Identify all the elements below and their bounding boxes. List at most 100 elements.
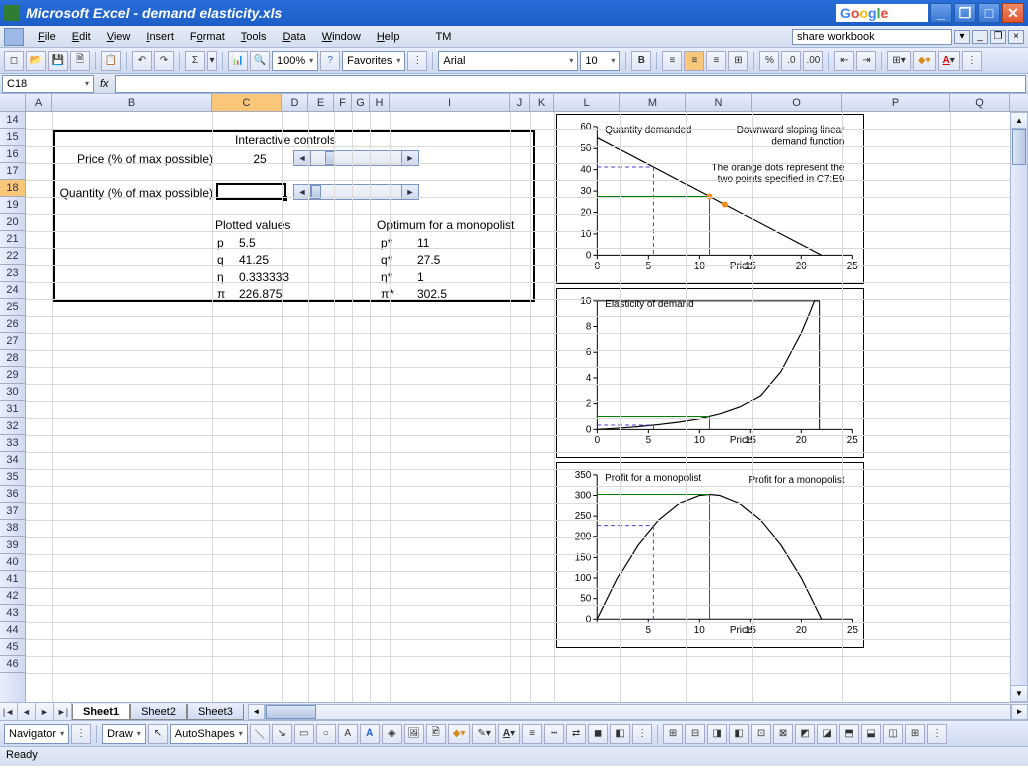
row-header-42[interactable]: 42	[0, 588, 25, 605]
increase-indent-button[interactable]: ⇥	[856, 51, 876, 71]
minimize-button[interactable]: _	[930, 3, 952, 23]
save-button[interactable]: 💾	[48, 51, 68, 71]
row-header-43[interactable]: 43	[0, 605, 25, 622]
fx-icon[interactable]: fx	[100, 78, 109, 90]
tab-next-button[interactable]: ►	[36, 703, 54, 720]
formula-input[interactable]	[115, 75, 1026, 93]
col-header-A[interactable]: A	[26, 94, 52, 111]
3d-button[interactable]: ◧	[610, 724, 630, 744]
extra-7[interactable]: ◩	[795, 724, 815, 744]
row-header-22[interactable]: 22	[0, 248, 25, 265]
textbox-tool[interactable]: A	[338, 724, 358, 744]
line-color-draw[interactable]: ✎▾	[472, 724, 495, 744]
row-header-32[interactable]: 32	[0, 418, 25, 435]
menu-window[interactable]: Window	[314, 28, 369, 46]
close-button[interactable]: ✕	[1002, 3, 1024, 23]
extra-4[interactable]: ◧	[729, 724, 749, 744]
row-header-45[interactable]: 45	[0, 639, 25, 656]
toolbar-options-2[interactable]: ⋮	[962, 51, 982, 71]
row-header-36[interactable]: 36	[0, 486, 25, 503]
ask-dropdown[interactable]: ▾	[954, 30, 970, 44]
borders-button[interactable]: ⊞▾	[887, 51, 910, 71]
extra-3[interactable]: ◨	[707, 724, 727, 744]
doc-minimize-button[interactable]: _	[972, 30, 988, 44]
col-header-F[interactable]: F	[334, 94, 352, 111]
menu-help[interactable]: Help	[369, 28, 408, 46]
autosum-button[interactable]: Σ	[185, 51, 205, 71]
decrease-decimal-button[interactable]: .00	[803, 51, 823, 71]
tab-prev-button[interactable]: ◄	[18, 703, 36, 720]
menu-data[interactable]: Data	[274, 28, 313, 46]
row-header-19[interactable]: 19	[0, 197, 25, 214]
vertical-scrollbar[interactable]: ▲ ▼	[1010, 112, 1028, 702]
favorites-dropdown[interactable]: Favorites▾	[342, 51, 405, 71]
ask-a-question-box[interactable]	[792, 29, 952, 45]
name-box[interactable]: C18▾	[2, 75, 94, 93]
menu-tools[interactable]: Tools	[233, 28, 275, 46]
vscroll-thumb[interactable]	[1012, 129, 1026, 165]
scroll-up-button[interactable]: ▲	[1010, 112, 1028, 129]
undo-button[interactable]: ↶	[132, 51, 152, 71]
control-menu-icon[interactable]	[4, 28, 24, 46]
menu-file[interactable]: File	[30, 28, 64, 46]
col-header-Q[interactable]: Q	[950, 94, 1010, 111]
chart-profit[interactable]: 510152025050100150200250300350Profit for…	[556, 462, 864, 648]
dash-style-button[interactable]: ┅	[544, 724, 564, 744]
picture-tool[interactable]: 🖻	[426, 724, 446, 744]
sheet-tab-sheet1[interactable]: Sheet1	[72, 704, 130, 720]
row-header-38[interactable]: 38	[0, 520, 25, 537]
line-style-button[interactable]: ≡	[522, 724, 542, 744]
decrease-indent-button[interactable]: ⇤	[834, 51, 854, 71]
hscroll-right-button[interactable]: ►	[1011, 704, 1028, 720]
row-header-23[interactable]: 23	[0, 265, 25, 282]
redo-button[interactable]: ↷	[154, 51, 174, 71]
row-header-40[interactable]: 40	[0, 554, 25, 571]
arrow-tool[interactable]: ↘	[272, 724, 292, 744]
oval-tool[interactable]: ○	[316, 724, 336, 744]
horizontal-scrollbar[interactable]	[265, 704, 1011, 720]
line-tool[interactable]: ＼	[250, 724, 270, 744]
extra-6[interactable]: ⊠	[773, 724, 793, 744]
font-color-button[interactable]: A▾	[938, 51, 960, 71]
row-header-21[interactable]: 21	[0, 231, 25, 248]
new-button[interactable]: ◻	[4, 51, 24, 71]
row-header-34[interactable]: 34	[0, 452, 25, 469]
print-preview-button[interactable]: 🗎	[70, 51, 90, 71]
shadow-button[interactable]: ◼	[588, 724, 608, 744]
col-header-N[interactable]: N	[686, 94, 752, 111]
sheet-tab-sheet2[interactable]: Sheet2	[130, 704, 187, 720]
row-header-30[interactable]: 30	[0, 384, 25, 401]
row-header-41[interactable]: 41	[0, 571, 25, 588]
col-header-L[interactable]: L	[554, 94, 620, 111]
doc-close-button[interactable]: ×	[1008, 30, 1024, 44]
fill-color-button[interactable]: ◆▾	[913, 51, 936, 71]
arrow-style-button[interactable]: ⇄	[566, 724, 586, 744]
row-header-15[interactable]: 15	[0, 129, 25, 146]
row-header-29[interactable]: 29	[0, 367, 25, 384]
zoom-out-button[interactable]: 🔍	[250, 51, 270, 71]
doc-restore-button[interactable]: ❐	[990, 30, 1006, 44]
align-right-button[interactable]: ≡	[706, 51, 726, 71]
scroll-down-button[interactable]: ▼	[1010, 685, 1028, 702]
menu-insert[interactable]: Insert	[138, 28, 182, 46]
menu-view[interactable]: View	[99, 28, 139, 46]
col-header-J[interactable]: J	[510, 94, 530, 111]
align-center-button[interactable]: ≡	[684, 51, 704, 71]
row-header-39[interactable]: 39	[0, 537, 25, 554]
font-size-dropdown[interactable]: 10▾	[580, 51, 620, 71]
open-button[interactable]: 📂	[26, 51, 46, 71]
extra-12[interactable]: ⊞	[905, 724, 925, 744]
tab-first-button[interactable]: |◄	[0, 703, 18, 720]
extra-8[interactable]: ◪	[817, 724, 837, 744]
row-header-26[interactable]: 26	[0, 316, 25, 333]
extra-2[interactable]: ⊟	[685, 724, 705, 744]
row-header-28[interactable]: 28	[0, 350, 25, 367]
paste-button[interactable]: 📋	[101, 51, 121, 71]
maximize-button[interactable]: □	[978, 3, 1000, 23]
navigator-options[interactable]: ⋮	[71, 724, 91, 744]
menu-tm[interactable]: TM	[427, 28, 459, 46]
extra-9[interactable]: ⬒	[839, 724, 859, 744]
extra-options[interactable]: ⋮	[927, 724, 947, 744]
select-all-corner[interactable]	[0, 94, 26, 111]
wordart-tool[interactable]: 𝐀	[360, 724, 380, 744]
